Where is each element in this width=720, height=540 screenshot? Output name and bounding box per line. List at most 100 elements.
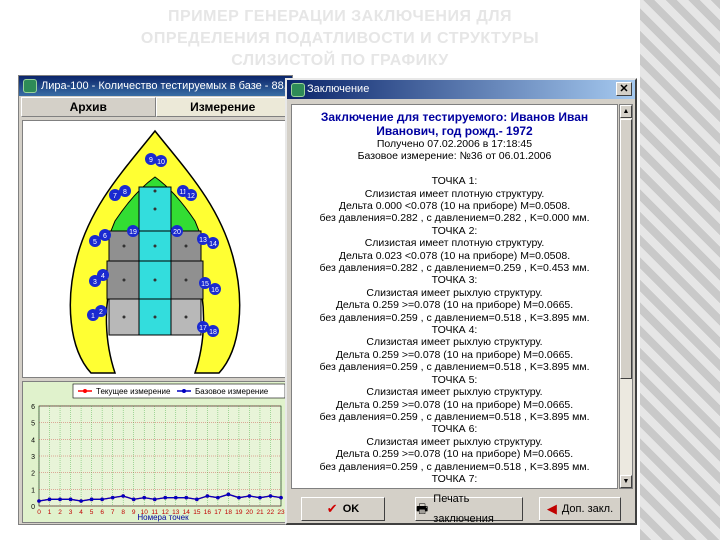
report-line: Слизистая имеет рыхлую структуру. bbox=[366, 286, 543, 299]
palate-point-label: 2 bbox=[99, 309, 103, 316]
graph-point bbox=[205, 494, 210, 498]
legend-base-marker bbox=[182, 389, 186, 393]
report-line: без давления=0.282 , с давлением=0.282 ,… bbox=[319, 212, 590, 225]
main-window-titlebar[interactable]: Лира-100 - Количество тестируемых в базе… bbox=[19, 76, 292, 96]
palate-point-label: 19 bbox=[129, 229, 137, 236]
block-center-marker bbox=[153, 207, 157, 211]
palate-point-label: 10 bbox=[157, 159, 165, 166]
graph-xlabel: Номера точек bbox=[137, 513, 189, 522]
report-line: Слизистая имеет плотную структуру. bbox=[364, 237, 545, 250]
report-line: ТОЧКА 4: bbox=[431, 324, 478, 337]
tab-archive[interactable]: Архив bbox=[21, 97, 156, 117]
report-line: Дельта 0.000 <0.078 (10 на приборе) M=0.… bbox=[338, 200, 571, 213]
ok-button[interactable]: ✔ OK bbox=[301, 497, 385, 521]
decorative-side-panel bbox=[640, 0, 720, 540]
graph-point bbox=[121, 494, 125, 498]
block-center-marker bbox=[122, 278, 126, 282]
report-scrollbar[interactable]: ▲ ▼ bbox=[619, 104, 633, 489]
graph-point bbox=[173, 495, 178, 500]
block-center-marker bbox=[184, 278, 188, 282]
palate-point-label: 20 bbox=[173, 229, 181, 236]
report-line: Дельта 0.259 >=0.078 (10 на приборе) M=0… bbox=[335, 398, 574, 411]
scroll-down-icon[interactable]: ▼ bbox=[620, 475, 632, 488]
graph-point bbox=[258, 495, 262, 500]
block-center-marker bbox=[122, 244, 126, 248]
conclusion-dialog: Заключение ✕ Заключение для тестируемого… bbox=[285, 78, 637, 525]
report-line: без давления=0.259 , с давлением=0.518 ,… bbox=[319, 410, 590, 423]
report-line: Дельта 0.259 >=0.078 (10 на приборе) M=0… bbox=[335, 348, 574, 361]
legend-current-marker bbox=[83, 389, 87, 393]
graph-point bbox=[268, 494, 273, 498]
report-line: ТОЧКА 6: bbox=[431, 423, 478, 436]
graph-xtick-label: 18 bbox=[225, 509, 233, 516]
palate-point-label: 17 bbox=[199, 325, 207, 332]
slide-title-line-1: ПРИМЕР ГЕНЕРАЦИИ ЗАКЛЮЧЕНИЯ ДЛЯ bbox=[167, 8, 513, 25]
main-tabs: Архив Измерение bbox=[21, 97, 290, 117]
report-line: ТОЧКА 5: bbox=[431, 373, 478, 386]
block-center-marker bbox=[184, 315, 188, 319]
report-line: Дельта 0.259 >=0.078 (10 на приборе) M=0… bbox=[335, 299, 574, 312]
graph-point bbox=[110, 495, 115, 500]
graph-xtick-label: 16 bbox=[204, 509, 212, 516]
palate-point-label: 1 bbox=[91, 313, 95, 320]
report-line: без давления=0.282 , с давлением=0.259 ,… bbox=[319, 262, 590, 275]
graph-xtick-label: 8 bbox=[121, 509, 125, 516]
report-line: Базовое измерение: №36 от 06.01.2006 bbox=[357, 150, 552, 163]
scroll-thumb[interactable] bbox=[620, 119, 632, 379]
graph-point bbox=[68, 497, 73, 502]
report-line: Дельта 0.023 <0.078 (10 на приборе) M=0.… bbox=[338, 249, 571, 262]
report-line: Слизистая имеет рыхлую структуру. bbox=[366, 336, 543, 349]
graph-xtick-label: 17 bbox=[214, 509, 222, 516]
graph-xtick-label: 1 bbox=[48, 509, 52, 516]
graph-ytick-label: 2 bbox=[31, 471, 35, 478]
graph-xtick-label: 0 bbox=[37, 509, 41, 516]
graph-xtick-label: 7 bbox=[111, 509, 115, 516]
dialog-title: Заключение bbox=[307, 83, 370, 95]
graph-point bbox=[279, 495, 283, 500]
report-header-line-1: Заключение для тестируемого: Иванов Иван bbox=[320, 110, 589, 124]
dialog-titlebar[interactable]: Заключение ✕ bbox=[287, 80, 635, 99]
graph-xtick-label: 3 bbox=[69, 509, 73, 516]
report-line: ТОЧКА 3: bbox=[431, 274, 478, 287]
graph-xtick-label: 4 bbox=[79, 509, 83, 516]
graph-xtick-label: 22 bbox=[267, 509, 275, 516]
palate-point-label: 8 bbox=[123, 189, 127, 196]
extra-conclusion-button[interactable]: ◀ Доп. закл. bbox=[539, 497, 621, 521]
graph-point bbox=[152, 497, 157, 502]
tab-measurement[interactable]: Измерение bbox=[155, 97, 290, 117]
printer-icon: 🖶 bbox=[416, 501, 429, 516]
palate-point-label: 14 bbox=[209, 241, 217, 248]
block-center-marker bbox=[153, 315, 157, 319]
graph-ytick-label: 6 bbox=[31, 404, 35, 411]
check-icon: ✔ bbox=[326, 501, 338, 516]
graph-point bbox=[237, 495, 241, 500]
graph-ytick-label: 4 bbox=[31, 437, 35, 444]
graph-point bbox=[184, 495, 189, 500]
graph-point bbox=[37, 499, 41, 503]
block-center-marker bbox=[184, 244, 188, 248]
print-button[interactable]: 🖶 Печать заключения bbox=[415, 493, 523, 525]
measurement-graph-panel: Текущее измерение Базовое измерение 0123… bbox=[22, 381, 288, 523]
graph-point bbox=[100, 497, 104, 502]
graph-xtick-label: 19 bbox=[235, 509, 243, 516]
block-center-marker bbox=[122, 315, 126, 319]
palate-diagram: 123456789 10111213141516171819 20 bbox=[69, 129, 241, 374]
conclusion-report-text[interactable]: Заключение для тестируемого: Иванов Иван… bbox=[291, 104, 618, 489]
palate-point-label: 15 bbox=[201, 281, 209, 288]
block-center-marker bbox=[153, 244, 157, 248]
app-icon bbox=[23, 79, 37, 93]
graph-point bbox=[195, 497, 199, 502]
graph-point bbox=[216, 495, 220, 500]
graph-point bbox=[142, 495, 147, 500]
block-center-marker bbox=[153, 189, 157, 193]
graph-ytick-label: 1 bbox=[31, 487, 35, 494]
palate-point-label: 5 bbox=[93, 239, 97, 246]
slide-title-line-3: СЛИЗИСТОЙ ПО ГРАФИКУ bbox=[231, 52, 449, 69]
dialog-app-icon bbox=[291, 83, 305, 97]
palate-point-label: 18 bbox=[209, 329, 217, 336]
scroll-up-icon[interactable]: ▲ bbox=[620, 105, 632, 118]
graph-ytick-label: 0 bbox=[31, 504, 35, 511]
graph-point bbox=[226, 492, 231, 497]
report-line: ТОЧКА 7: bbox=[431, 472, 478, 485]
close-icon[interactable]: ✕ bbox=[616, 82, 632, 96]
